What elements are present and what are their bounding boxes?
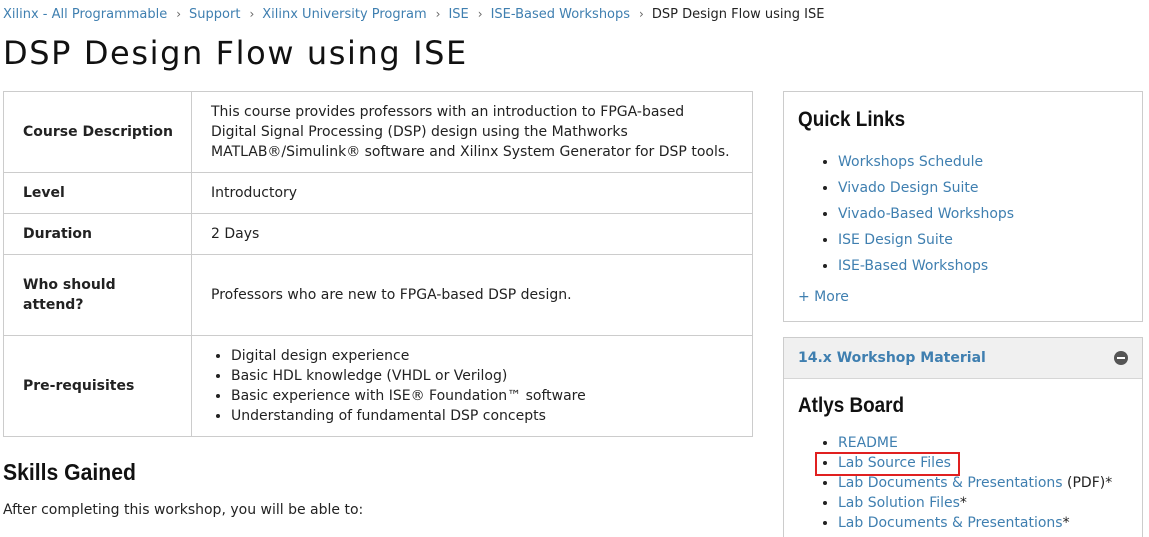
workshop-material-title[interactable]: 14.x Workshop Material bbox=[798, 348, 986, 368]
course-description-value: This course provides professors with an … bbox=[191, 91, 753, 173]
table-row: Course Description This course provides … bbox=[3, 91, 753, 173]
list-item: README bbox=[838, 433, 1112, 453]
quick-links-title: Quick Links bbox=[798, 108, 906, 131]
list-item: Basic HDL knowledge (VHDL or Verilog) bbox=[231, 366, 734, 386]
level-value: Introductory bbox=[191, 172, 753, 214]
lab-source-files-link[interactable]: Lab Source Files bbox=[838, 455, 951, 471]
breadcrumb-separator-icon: › bbox=[435, 7, 441, 21]
lab-documents-presentations-link[interactable]: Lab Documents & Presentations bbox=[838, 515, 1063, 531]
quick-link-ise-design-suite[interactable]: ISE Design Suite bbox=[838, 232, 953, 248]
skills-gained-heading: Skills Gained bbox=[3, 459, 136, 485]
list-item: Workshops Schedule bbox=[838, 149, 1014, 175]
list-item: Lab Solution Files* bbox=[838, 493, 1112, 513]
quick-links-panel: Quick Links Workshops Schedule Vivado De… bbox=[783, 91, 1143, 322]
list-item: Vivado Design Suite bbox=[838, 175, 1014, 201]
more-link[interactable]: + More bbox=[798, 287, 849, 307]
list-item: Lab Documents & Presentations (PDF)* bbox=[838, 473, 1112, 493]
breadcrumb-separator-icon: › bbox=[176, 7, 182, 21]
breadcrumb-link-ise[interactable]: ISE bbox=[448, 7, 468, 22]
page-title: DSP Design Flow using ISE bbox=[3, 34, 468, 72]
breadcrumb-link-ise-workshops[interactable]: ISE-Based Workshops bbox=[491, 7, 630, 22]
list-item: Vivado-Based Workshops bbox=[838, 201, 1014, 227]
skills-intro-text: After completing this workshop, you will… bbox=[3, 502, 364, 518]
breadcrumb-separator-icon: › bbox=[639, 7, 644, 21]
duration-label: Duration bbox=[3, 213, 192, 255]
breadcrumb-separator-icon: › bbox=[249, 7, 255, 21]
item-suffix: * bbox=[959, 495, 967, 511]
table-row: Level Introductory bbox=[3, 172, 753, 214]
breadcrumb-current: DSP Design Flow using ISE bbox=[651, 7, 825, 22]
list-item: Digital design experience bbox=[231, 346, 734, 366]
table-row: Pre-requisites Digital design experience… bbox=[3, 335, 753, 437]
breadcrumb: Xilinx - All Programmable › Support › Xilinx… bbox=[3, 6, 824, 23]
lab-documents-presentations-pdf-link[interactable]: Lab Documents & Presentations bbox=[838, 475, 1063, 491]
readme-link[interactable]: README bbox=[838, 435, 898, 451]
workshop-material-header[interactable]: 14.x Workshop Material bbox=[784, 338, 1142, 379]
who-should-attend-label: Who should attend? bbox=[3, 254, 192, 336]
table-row: Who should attend? Professors who are ne… bbox=[3, 254, 753, 336]
list-item: Understanding of fundamental DSP concept… bbox=[231, 406, 734, 426]
quick-links-list: Workshops Schedule Vivado Design Suite V… bbox=[818, 149, 1014, 279]
quick-link-workshops-schedule[interactable]: Workshops Schedule bbox=[838, 154, 983, 170]
quick-link-vivado-workshops[interactable]: Vivado-Based Workshops bbox=[838, 206, 1014, 222]
course-info-table: Course Description This course provides … bbox=[3, 91, 753, 437]
collapse-icon[interactable] bbox=[1114, 351, 1128, 365]
level-label: Level bbox=[3, 172, 192, 214]
prerequisites-label: Pre-requisites bbox=[3, 335, 192, 437]
course-description-label: Course Description bbox=[3, 91, 192, 173]
quick-link-vivado-design-suite[interactable]: Vivado Design Suite bbox=[838, 180, 978, 196]
who-should-attend-value: Professors who are new to FPGA-based DSP… bbox=[191, 254, 753, 336]
lab-solution-files-link[interactable]: Lab Solution Files bbox=[838, 495, 960, 511]
workshop-material-panel: 14.x Workshop Material Atlys Board READM… bbox=[783, 337, 1143, 537]
duration-value: 2 Days bbox=[191, 213, 753, 255]
breadcrumb-link-support[interactable]: Support bbox=[189, 7, 240, 22]
table-row: Duration 2 Days bbox=[3, 213, 753, 255]
page: Xilinx - All Programmable › Support › Xilinx… bbox=[0, 0, 1149, 537]
item-suffix: * bbox=[1062, 515, 1070, 531]
list-item: Basic experience with ISE® Foundation™ s… bbox=[231, 386, 734, 406]
breadcrumb-link-xilinx[interactable]: Xilinx - All Programmable bbox=[3, 7, 167, 22]
workshop-material-list: README Lab Source Files Lab Documents & … bbox=[818, 433, 1112, 533]
breadcrumb-separator-icon: › bbox=[477, 7, 483, 21]
quick-link-ise-workshops[interactable]: ISE-Based Workshops bbox=[838, 258, 988, 274]
list-item: ISE-Based Workshops bbox=[838, 253, 1014, 279]
list-item: Lab Documents & Presentations* bbox=[838, 513, 1112, 533]
list-item: Lab Source Files bbox=[838, 453, 1112, 473]
list-item: ISE Design Suite bbox=[838, 227, 1014, 253]
prerequisites-list: Digital design experience Basic HDL know… bbox=[211, 346, 734, 426]
item-suffix: (PDF)* bbox=[1062, 475, 1113, 491]
breadcrumb-link-university-program[interactable]: Xilinx University Program bbox=[262, 7, 426, 22]
atlys-board-title: Atlys Board bbox=[798, 394, 905, 417]
prerequisites-value: Digital design experience Basic HDL know… bbox=[191, 335, 753, 437]
